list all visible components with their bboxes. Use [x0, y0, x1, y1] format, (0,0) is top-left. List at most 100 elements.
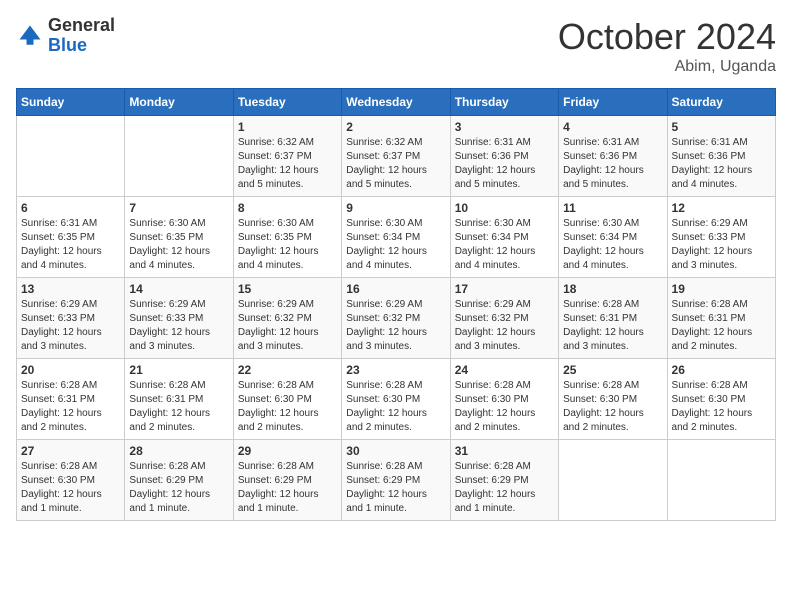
- calendar-cell: 23 Sunrise: 6:28 AM Sunset: 6:30 PM Dayli…: [342, 359, 450, 440]
- calendar-week-row: 27 Sunrise: 6:28 AM Sunset: 6:30 PM Dayli…: [17, 440, 776, 521]
- header-thursday: Thursday: [450, 89, 558, 116]
- day-info: Sunrise: 6:30 AM Sunset: 6:34 PM Dayligh…: [455, 217, 554, 273]
- day-info: Sunrise: 6:29 AM Sunset: 6:32 PM Dayligh…: [238, 298, 337, 354]
- calendar-cell: 22 Sunrise: 6:28 AM Sunset: 6:30 PM Dayli…: [233, 359, 341, 440]
- calendar-week-row: 20Sunrise: 6:28 AM Sunset: 6:31 PM Dayli…: [17, 359, 776, 440]
- header-monday: Monday: [125, 89, 233, 116]
- calendar-cell: 13 Sunrise: 6:29 AM Sunset: 6:33 PM Dayli…: [17, 278, 125, 359]
- day-number: 1: [238, 120, 337, 134]
- day-info: Sunrise: 6:29 AM Sunset: 6:32 PM Dayligh…: [346, 298, 445, 354]
- logo-general-text: General: [48, 16, 115, 36]
- calendar-cell: 2 Sunrise: 6:32 AM Sunset: 6:37 PM Daylig…: [342, 116, 450, 197]
- day-info: Sunrise: 6:28 AM Sunset: 6:29 PM Dayligh…: [129, 460, 228, 516]
- day-number: 30: [346, 444, 445, 458]
- calendar-cell: 18 Sunrise: 6:28 AM Sunset: 6:31 PM Dayli…: [559, 278, 667, 359]
- calendar-week-row: 1 Sunrise: 6:32 AM Sunset: 6:37 PM Daylig…: [17, 116, 776, 197]
- day-number: 15: [238, 282, 337, 296]
- day-info: Sunrise: 6:28 AM Sunset: 6:31 PM Dayligh…: [21, 379, 120, 435]
- day-number: 17: [455, 282, 554, 296]
- calendar-cell: 26 Sunrise: 6:28 AM Sunset: 6:30 PM Dayli…: [667, 359, 775, 440]
- day-info: Sunrise: 6:29 AM Sunset: 6:33 PM Dayligh…: [21, 298, 120, 354]
- calendar-cell: [125, 116, 233, 197]
- day-info: Sunrise: 6:28 AM Sunset: 6:30 PM Dayligh…: [21, 460, 120, 516]
- calendar-table: Sunday Monday Tuesday Wednesday Thursday…: [16, 88, 776, 521]
- calendar-cell: 20Sunrise: 6:28 AM Sunset: 6:31 PM Dayli…: [17, 359, 125, 440]
- logo-text: General Blue: [48, 16, 115, 56]
- day-info: Sunrise: 6:28 AM Sunset: 6:30 PM Dayligh…: [672, 379, 771, 435]
- calendar-cell: 24Sunrise: 6:28 AM Sunset: 6:30 PM Dayli…: [450, 359, 558, 440]
- day-number: 7: [129, 201, 228, 215]
- day-info: Sunrise: 6:30 AM Sunset: 6:34 PM Dayligh…: [346, 217, 445, 273]
- day-info: Sunrise: 6:28 AM Sunset: 6:31 PM Dayligh…: [672, 298, 771, 354]
- day-info: Sunrise: 6:28 AM Sunset: 6:31 PM Dayligh…: [563, 298, 662, 354]
- day-info: Sunrise: 6:28 AM Sunset: 6:30 PM Dayligh…: [563, 379, 662, 435]
- calendar-cell: [559, 440, 667, 521]
- days-of-week-row: Sunday Monday Tuesday Wednesday Thursday…: [17, 89, 776, 116]
- day-info: Sunrise: 6:31 AM Sunset: 6:36 PM Dayligh…: [672, 136, 771, 192]
- day-number: 24: [455, 363, 554, 377]
- day-number: 23: [346, 363, 445, 377]
- calendar-cell: 7 Sunrise: 6:30 AM Sunset: 6:35 PM Daylig…: [125, 197, 233, 278]
- logo-blue-text: Blue: [48, 36, 115, 56]
- day-number: 10: [455, 201, 554, 215]
- day-info: Sunrise: 6:28 AM Sunset: 6:30 PM Dayligh…: [346, 379, 445, 435]
- day-number: 18: [563, 282, 662, 296]
- calendar-cell: 25 Sunrise: 6:28 AM Sunset: 6:30 PM Dayli…: [559, 359, 667, 440]
- day-info: Sunrise: 6:30 AM Sunset: 6:35 PM Dayligh…: [129, 217, 228, 273]
- calendar-cell: 11Sunrise: 6:30 AM Sunset: 6:34 PM Dayli…: [559, 197, 667, 278]
- day-number: 31: [455, 444, 554, 458]
- day-number: 8: [238, 201, 337, 215]
- header-tuesday: Tuesday: [233, 89, 341, 116]
- calendar-cell: 15 Sunrise: 6:29 AM Sunset: 6:32 PM Dayli…: [233, 278, 341, 359]
- day-number: 26: [672, 363, 771, 377]
- calendar-cell: 5 Sunrise: 6:31 AM Sunset: 6:36 PM Daylig…: [667, 116, 775, 197]
- calendar-cell: 29Sunrise: 6:28 AM Sunset: 6:29 PM Dayli…: [233, 440, 341, 521]
- day-info: Sunrise: 6:32 AM Sunset: 6:37 PM Dayligh…: [346, 136, 445, 192]
- calendar-week-row: 13 Sunrise: 6:29 AM Sunset: 6:33 PM Dayli…: [17, 278, 776, 359]
- calendar-cell: 27 Sunrise: 6:28 AM Sunset: 6:30 PM Dayli…: [17, 440, 125, 521]
- day-number: 13: [21, 282, 120, 296]
- day-number: 3: [455, 120, 554, 134]
- calendar-cell: 21Sunrise: 6:28 AM Sunset: 6:31 PM Dayli…: [125, 359, 233, 440]
- day-info: Sunrise: 6:29 AM Sunset: 6:33 PM Dayligh…: [129, 298, 228, 354]
- calendar-cell: [667, 440, 775, 521]
- calendar-cell: 1Sunrise: 6:32 AM Sunset: 6:37 PM Daylig…: [233, 116, 341, 197]
- calendar-cell: 28 Sunrise: 6:28 AM Sunset: 6:29 PM Dayli…: [125, 440, 233, 521]
- calendar-week-row: 6Sunrise: 6:31 AM Sunset: 6:35 PM Daylig…: [17, 197, 776, 278]
- calendar-cell: 31Sunrise: 6:28 AM Sunset: 6:29 PM Dayli…: [450, 440, 558, 521]
- day-info: Sunrise: 6:28 AM Sunset: 6:29 PM Dayligh…: [346, 460, 445, 516]
- day-number: 4: [563, 120, 662, 134]
- day-info: Sunrise: 6:31 AM Sunset: 6:35 PM Dayligh…: [21, 217, 120, 273]
- calendar-cell: 9 Sunrise: 6:30 AM Sunset: 6:34 PM Daylig…: [342, 197, 450, 278]
- calendar-cell: 17Sunrise: 6:29 AM Sunset: 6:32 PM Dayli…: [450, 278, 558, 359]
- calendar-cell: 14 Sunrise: 6:29 AM Sunset: 6:33 PM Dayli…: [125, 278, 233, 359]
- title-area: October 2024 Abim, Uganda: [558, 16, 776, 76]
- day-number: 28: [129, 444, 228, 458]
- header-sunday: Sunday: [17, 89, 125, 116]
- day-number: 5: [672, 120, 771, 134]
- day-number: 16: [346, 282, 445, 296]
- day-number: 27: [21, 444, 120, 458]
- header-saturday: Saturday: [667, 89, 775, 116]
- logo-icon: [16, 22, 44, 50]
- day-number: 29: [238, 444, 337, 458]
- calendar-cell: 6Sunrise: 6:31 AM Sunset: 6:35 PM Daylig…: [17, 197, 125, 278]
- day-info: Sunrise: 6:28 AM Sunset: 6:30 PM Dayligh…: [238, 379, 337, 435]
- calendar-cell: 30 Sunrise: 6:28 AM Sunset: 6:29 PM Dayli…: [342, 440, 450, 521]
- calendar-cell: 3 Sunrise: 6:31 AM Sunset: 6:36 PM Daylig…: [450, 116, 558, 197]
- logo: General Blue: [16, 16, 115, 56]
- day-info: Sunrise: 6:31 AM Sunset: 6:36 PM Dayligh…: [455, 136, 554, 192]
- day-number: 12: [672, 201, 771, 215]
- location-subtitle: Abim, Uganda: [558, 58, 776, 76]
- day-number: 22: [238, 363, 337, 377]
- month-title: October 2024: [558, 16, 776, 58]
- day-info: Sunrise: 6:28 AM Sunset: 6:31 PM Dayligh…: [129, 379, 228, 435]
- day-number: 9: [346, 201, 445, 215]
- day-info: Sunrise: 6:29 AM Sunset: 6:33 PM Dayligh…: [672, 217, 771, 273]
- day-number: 2: [346, 120, 445, 134]
- day-number: 14: [129, 282, 228, 296]
- calendar-body: 1 Sunrise: 6:32 AM Sunset: 6:37 PM Daylig…: [17, 116, 776, 521]
- calendar-cell: 8Sunrise: 6:30 AM Sunset: 6:35 PM Daylig…: [233, 197, 341, 278]
- calendar-cell: 16 Sunrise: 6:29 AM Sunset: 6:32 PM Dayli…: [342, 278, 450, 359]
- day-number: 25: [563, 363, 662, 377]
